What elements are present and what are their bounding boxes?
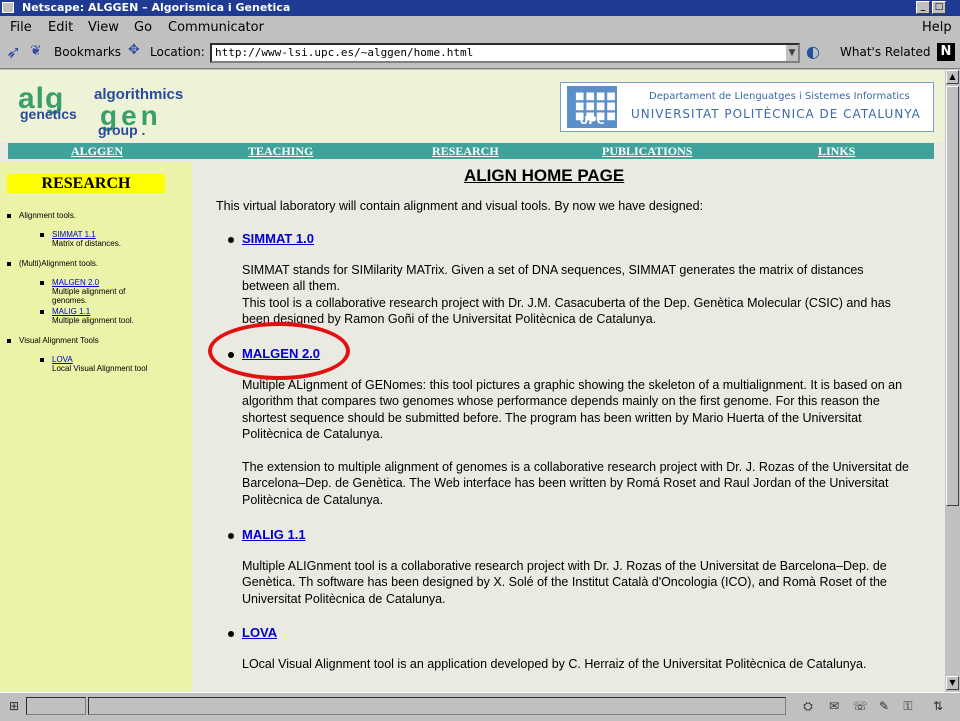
- maximize-icon[interactable]: □: [932, 1, 946, 14]
- menu-communicator[interactable]: Communicator: [168, 20, 264, 35]
- upc-seal-icon: ■■■■ ■■■■ ■■■■ UPC: [567, 86, 617, 128]
- sidebar-desc-lova: Local Visual Alignment tool: [52, 364, 148, 373]
- location-input[interactable]: http://www-lsi.upc.es/~alggen/home.html: [210, 43, 800, 63]
- nav-bar: ALGGEN TEACHING RESEARCH PUBLICATIONS LI…: [8, 143, 934, 159]
- bookmarks-icon[interactable]: ❦: [30, 43, 42, 59]
- nav-links[interactable]: LINKS: [818, 144, 855, 159]
- sidebar-bullet: [40, 310, 44, 314]
- malgen-extension: The extension to multiple alignment of g…: [242, 460, 909, 507]
- scroll-thumb[interactable]: [946, 86, 959, 506]
- link-malig[interactable]: MALIG 1.1: [242, 527, 306, 542]
- navigator-icon[interactable]: ⛭: [800, 699, 816, 713]
- sidebar-bullet: [40, 233, 44, 237]
- scroll-up-icon[interactable]: ▲: [946, 70, 959, 84]
- nav-teaching[interactable]: TEACHING: [248, 144, 313, 159]
- logo-group: group .: [98, 122, 146, 138]
- menu-bar: File Edit View Go Communicator Help: [0, 16, 960, 38]
- item-bullet: [228, 631, 234, 637]
- connection-icon: ⇅: [932, 699, 944, 713]
- sidebar-bullet: [40, 281, 44, 285]
- page-title: ALIGN HOME PAGE: [464, 166, 625, 185]
- lova-description: LOcal Visual Alignment tool is an applic…: [242, 657, 867, 671]
- sidebar-bullet: [7, 262, 11, 266]
- upc-banner[interactable]: ■■■■ ■■■■ ■■■■ UPC Departament de Llenguat…: [560, 82, 934, 132]
- sidebar-heading: RESEARCH: [7, 174, 165, 193]
- link-simmat[interactable]: SIMMAT 1.0: [242, 231, 314, 246]
- sidebar-desc-malig: Multiple alignment tool.: [52, 316, 134, 325]
- menu-go[interactable]: Go: [134, 20, 152, 35]
- mail-icon[interactable]: ✉: [826, 699, 842, 713]
- menu-view[interactable]: View: [88, 20, 119, 35]
- menu-help[interactable]: Help: [922, 20, 952, 35]
- whats-related-icon[interactable]: ◐: [806, 42, 820, 61]
- simmat-collaboration: This tool is a collaborative research pr…: [242, 296, 891, 327]
- sidebar-link-lova[interactable]: LOVA: [52, 355, 73, 364]
- bookmarks-button[interactable]: Bookmarks: [54, 45, 121, 59]
- discussion-icon[interactable]: ☏: [852, 699, 868, 713]
- annotation-circle: [208, 322, 350, 380]
- page-header: alg algorithmics genetics gen group . ■■…: [0, 70, 945, 142]
- security-icon[interactable]: ⚿: [900, 699, 916, 713]
- malig-description: Multiple ALIGnment tool is a collaborati…: [242, 559, 887, 606]
- netscape-logo-icon: N: [937, 43, 955, 61]
- sidebar-section-alignment: Alignment tools.: [19, 211, 76, 220]
- sidebar-section-visual: Visual Alignment Tools: [19, 336, 99, 345]
- menu-file[interactable]: File: [10, 20, 32, 35]
- item-bullet: [228, 237, 234, 243]
- alggen-logo[interactable]: alg algorithmics genetics gen group .: [14, 82, 204, 138]
- sidebar-link-simmat[interactable]: SIMMAT 1.1: [52, 230, 96, 239]
- web-page: alg algorithmics genetics gen group . ■■…: [0, 70, 945, 692]
- sidebar: RESEARCH Alignment tools. SIMMAT 1.1 Mat…: [0, 162, 192, 692]
- status-progress: [26, 697, 86, 715]
- upc-university: UNIVERSITAT POLITÈCNICA DE CATALUNYA: [631, 107, 921, 121]
- sidebar-desc-simmat: Matrix of distances.: [52, 239, 121, 248]
- sidebar-bullet: [40, 358, 44, 362]
- window-title-bar: Netscape: ALGGEN – Algorismica i Genetic…: [0, 0, 960, 16]
- location-dropdown-icon[interactable]: ▼: [786, 45, 798, 61]
- sidebar-link-malgen[interactable]: MALGEN 2.0: [52, 278, 99, 287]
- minimize-icon[interactable]: _: [916, 1, 930, 14]
- sidebar-bullet: [7, 214, 11, 218]
- composer-icon[interactable]: ✎: [876, 699, 892, 713]
- simmat-description: SIMMAT stands for SIMilarity MATrix. Giv…: [242, 263, 864, 294]
- logo-genetics: genetics: [20, 106, 77, 122]
- item-bullet: [228, 533, 234, 539]
- whats-related-button[interactable]: What's Related: [840, 45, 930, 59]
- nav-publications[interactable]: PUBLICATIONS: [602, 144, 692, 159]
- intro-text: This virtual laboratory will contain ali…: [216, 199, 704, 213]
- main-content: ALIGN HOME PAGE This virtual laboratory …: [192, 162, 945, 692]
- sidebar-desc-malgen: Multiple alignment of genomes.: [52, 287, 126, 305]
- sidebar-bullet: [7, 339, 11, 343]
- menu-edit[interactable]: Edit: [48, 20, 73, 35]
- navigation-arrows-icon[interactable]: ➶: [6, 42, 21, 63]
- security-lock-icon[interactable]: ⊞: [6, 699, 22, 713]
- location-icon: ✥: [128, 42, 140, 58]
- window-menu-icon[interactable]: [2, 2, 14, 13]
- upc-department: Departament de Llenguatges i Sistemes In…: [649, 91, 910, 102]
- status-message: [88, 697, 786, 715]
- nav-alggen[interactable]: ALGGEN: [71, 144, 123, 159]
- location-label: Location:: [150, 45, 205, 59]
- scroll-down-icon[interactable]: ▼: [946, 676, 959, 690]
- status-bar: ⊞ ⛭ ✉ ☏ ✎ ⚿ ⇅: [0, 692, 960, 721]
- window-title: Netscape: ALGGEN – Algorismica i Genetic…: [22, 1, 291, 14]
- malgen-description: Multiple ALignment of GENomes: this tool…: [242, 378, 903, 442]
- sidebar-section-multialignment: (Multi)Alignment tools.: [19, 259, 99, 268]
- vertical-scrollbar[interactable]: ▲ ▼: [945, 70, 960, 692]
- link-lova[interactable]: LOVA: [242, 625, 277, 640]
- sidebar-link-malig[interactable]: MALIG 1.1: [52, 307, 90, 316]
- nav-research[interactable]: RESEARCH: [432, 144, 499, 159]
